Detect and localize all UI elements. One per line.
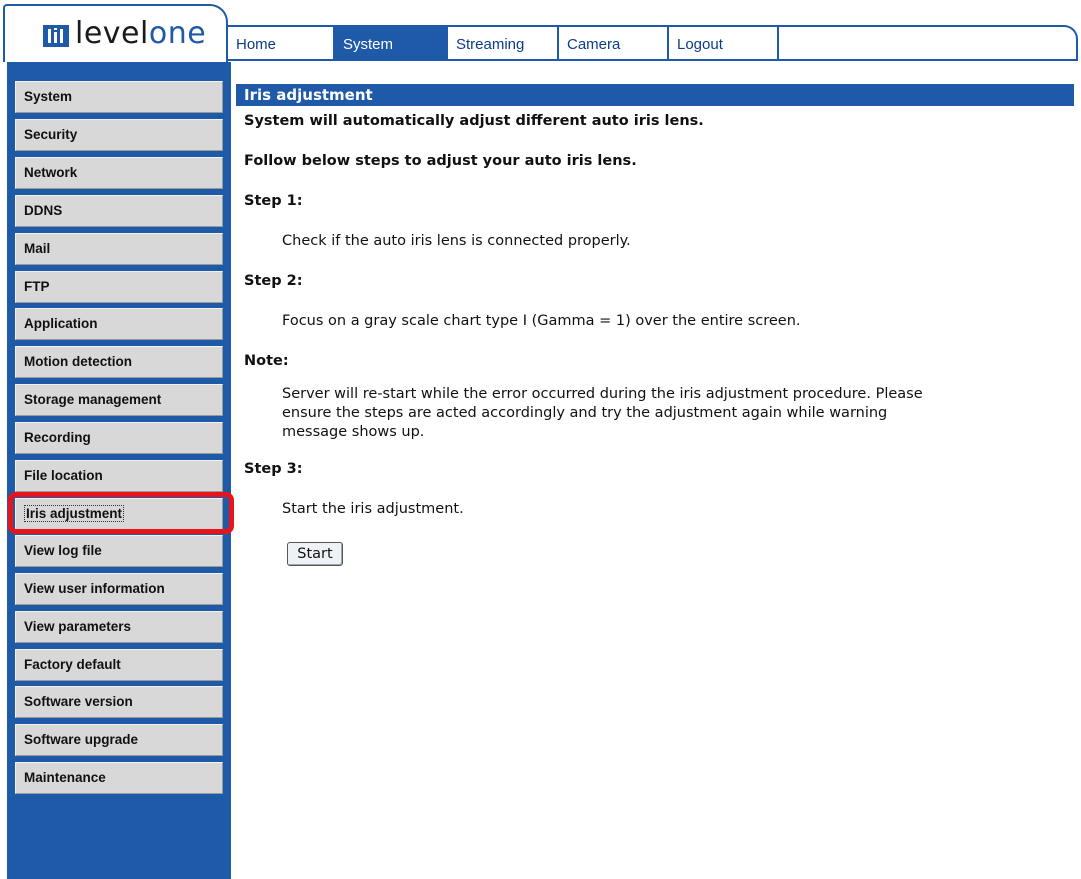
sidebar-item-application[interactable]: Application xyxy=(15,308,223,340)
sidebar-item-motion-detection[interactable]: Motion detection xyxy=(15,346,223,378)
step3-heading: Step 3: xyxy=(244,461,303,477)
page-title: Iris adjustment xyxy=(236,84,1074,106)
sidebar-item-file-location[interactable]: File location xyxy=(15,460,223,492)
nav-tab-camera[interactable]: Camera xyxy=(559,27,669,61)
nav-tab-system[interactable]: System xyxy=(335,27,448,61)
intro-text: System will automatically adjust differe… xyxy=(244,113,704,129)
logo-area: levelone xyxy=(3,4,228,62)
step1-heading: Step 1: xyxy=(244,193,303,209)
nav-tab-logout[interactable]: Logout xyxy=(669,27,779,61)
sidebar-item-system[interactable]: System xyxy=(15,81,223,113)
sidebar-item-maintenance[interactable]: Maintenance xyxy=(15,762,223,794)
nav-tab-home[interactable]: Home xyxy=(228,27,335,61)
sidebar-item-network[interactable]: Network xyxy=(15,157,223,189)
levelone-logo-icon xyxy=(43,25,69,47)
note-line-1: Server will re-start while the error occ… xyxy=(282,386,923,402)
note-line-2: ensure the steps are acted accordingly a… xyxy=(282,405,888,421)
follow-steps-text: Follow below steps to adjust your auto i… xyxy=(244,153,637,169)
sidebar-item-ddns[interactable]: DDNS xyxy=(15,195,223,227)
sidebar-item-view-parameters[interactable]: View parameters xyxy=(15,611,223,643)
sidebar-item-mail[interactable]: Mail xyxy=(15,233,223,265)
sidebar-item-software-version[interactable]: Software version xyxy=(15,686,223,718)
sidebar-item-software-upgrade[interactable]: Software upgrade xyxy=(15,724,223,756)
sidebar-item-factory-default[interactable]: Factory default xyxy=(15,649,223,681)
top-nav: Home System Streaming Camera Logout xyxy=(228,25,1078,61)
sidebar-item-recording[interactable]: Recording xyxy=(15,422,223,454)
sidebar-item-view-log-file[interactable]: View log file xyxy=(15,535,223,567)
sidebar-item-ftp[interactable]: FTP xyxy=(15,271,223,303)
start-button[interactable]: Start xyxy=(287,542,343,566)
selection-highlight-box xyxy=(8,492,234,534)
step2-heading: Step 2: xyxy=(244,273,303,289)
step1-text: Check if the auto iris lens is connected… xyxy=(282,233,631,249)
sidebar-item-view-user-information[interactable]: View user information xyxy=(15,573,223,605)
nav-tab-streaming[interactable]: Streaming xyxy=(448,27,559,61)
note-heading: Note: xyxy=(244,353,289,369)
sidebar-item-security[interactable]: Security xyxy=(15,119,223,151)
step2-text: Focus on a gray scale chart type I (Gamm… xyxy=(282,313,801,329)
sidebar-item-storage-management[interactable]: Storage management xyxy=(15,384,223,416)
step3-text: Start the iris adjustment. xyxy=(282,501,464,517)
note-line-3: message shows up. xyxy=(282,424,425,440)
brand-logo-text: levelone xyxy=(75,16,207,51)
sidebar: System Security Network DDNS Mail FTP Ap… xyxy=(7,62,231,879)
